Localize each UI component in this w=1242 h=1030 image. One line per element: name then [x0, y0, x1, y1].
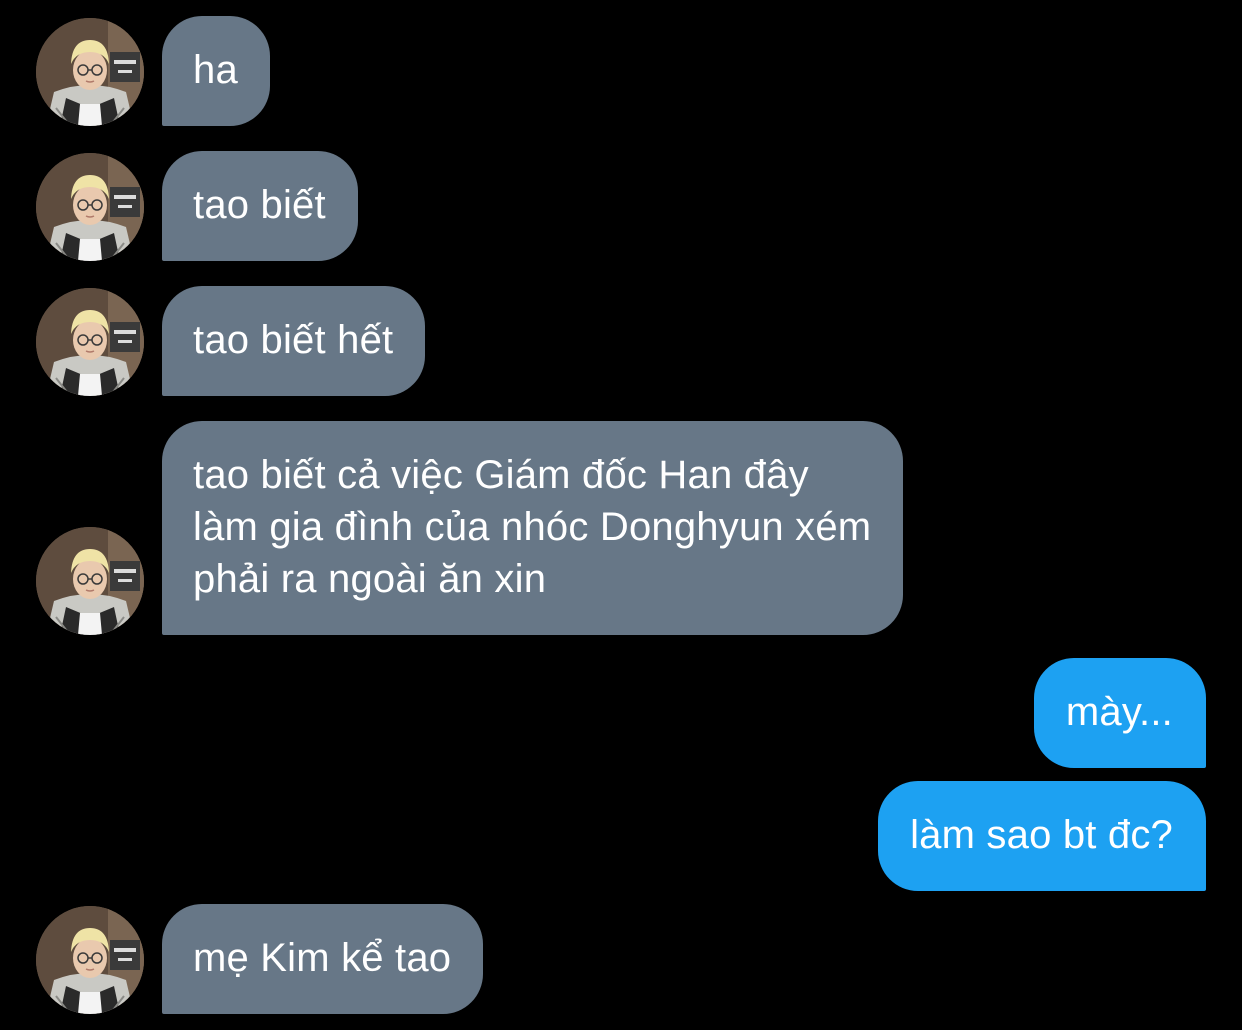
sender-avatar[interactable] — [36, 18, 144, 126]
message-thread[interactable]: ha tao biết tao biết hết tao biết cả việ… — [0, 0, 1242, 1030]
message-row: mày... — [1033, 658, 1206, 768]
avatar-photo-icon — [36, 18, 144, 126]
incoming-message-bubble[interactable]: tao biết cả việc Giám đốc Han đây làm gi… — [162, 421, 904, 635]
incoming-message-bubble[interactable]: tao biết — [162, 151, 358, 261]
avatar-photo-icon — [36, 153, 144, 261]
message-row: mẹ Kim kể tao — [36, 904, 484, 1014]
avatar-photo-icon — [36, 288, 144, 396]
message-row: tao biết — [36, 151, 358, 261]
message-row: ha — [36, 16, 270, 126]
sender-avatar[interactable] — [36, 153, 144, 261]
message-row: làm sao bt đc? — [878, 781, 1206, 891]
avatar-photo-icon — [36, 906, 144, 1014]
outgoing-message-bubble[interactable]: mày... — [1033, 658, 1206, 768]
outgoing-message-bubble[interactable]: làm sao bt đc? — [878, 781, 1206, 891]
sender-avatar[interactable] — [36, 527, 144, 635]
incoming-message-bubble[interactable]: ha — [162, 16, 270, 126]
incoming-message-bubble[interactable]: tao biết hết — [162, 286, 426, 396]
message-row: tao biết cả việc Giám đốc Han đây làm gi… — [36, 421, 904, 635]
incoming-message-bubble[interactable]: mẹ Kim kể tao — [162, 904, 484, 1014]
avatar-photo-icon — [36, 527, 144, 635]
sender-avatar[interactable] — [36, 288, 144, 396]
sender-avatar[interactable] — [36, 906, 144, 1014]
message-row: tao biết hết — [36, 286, 426, 396]
